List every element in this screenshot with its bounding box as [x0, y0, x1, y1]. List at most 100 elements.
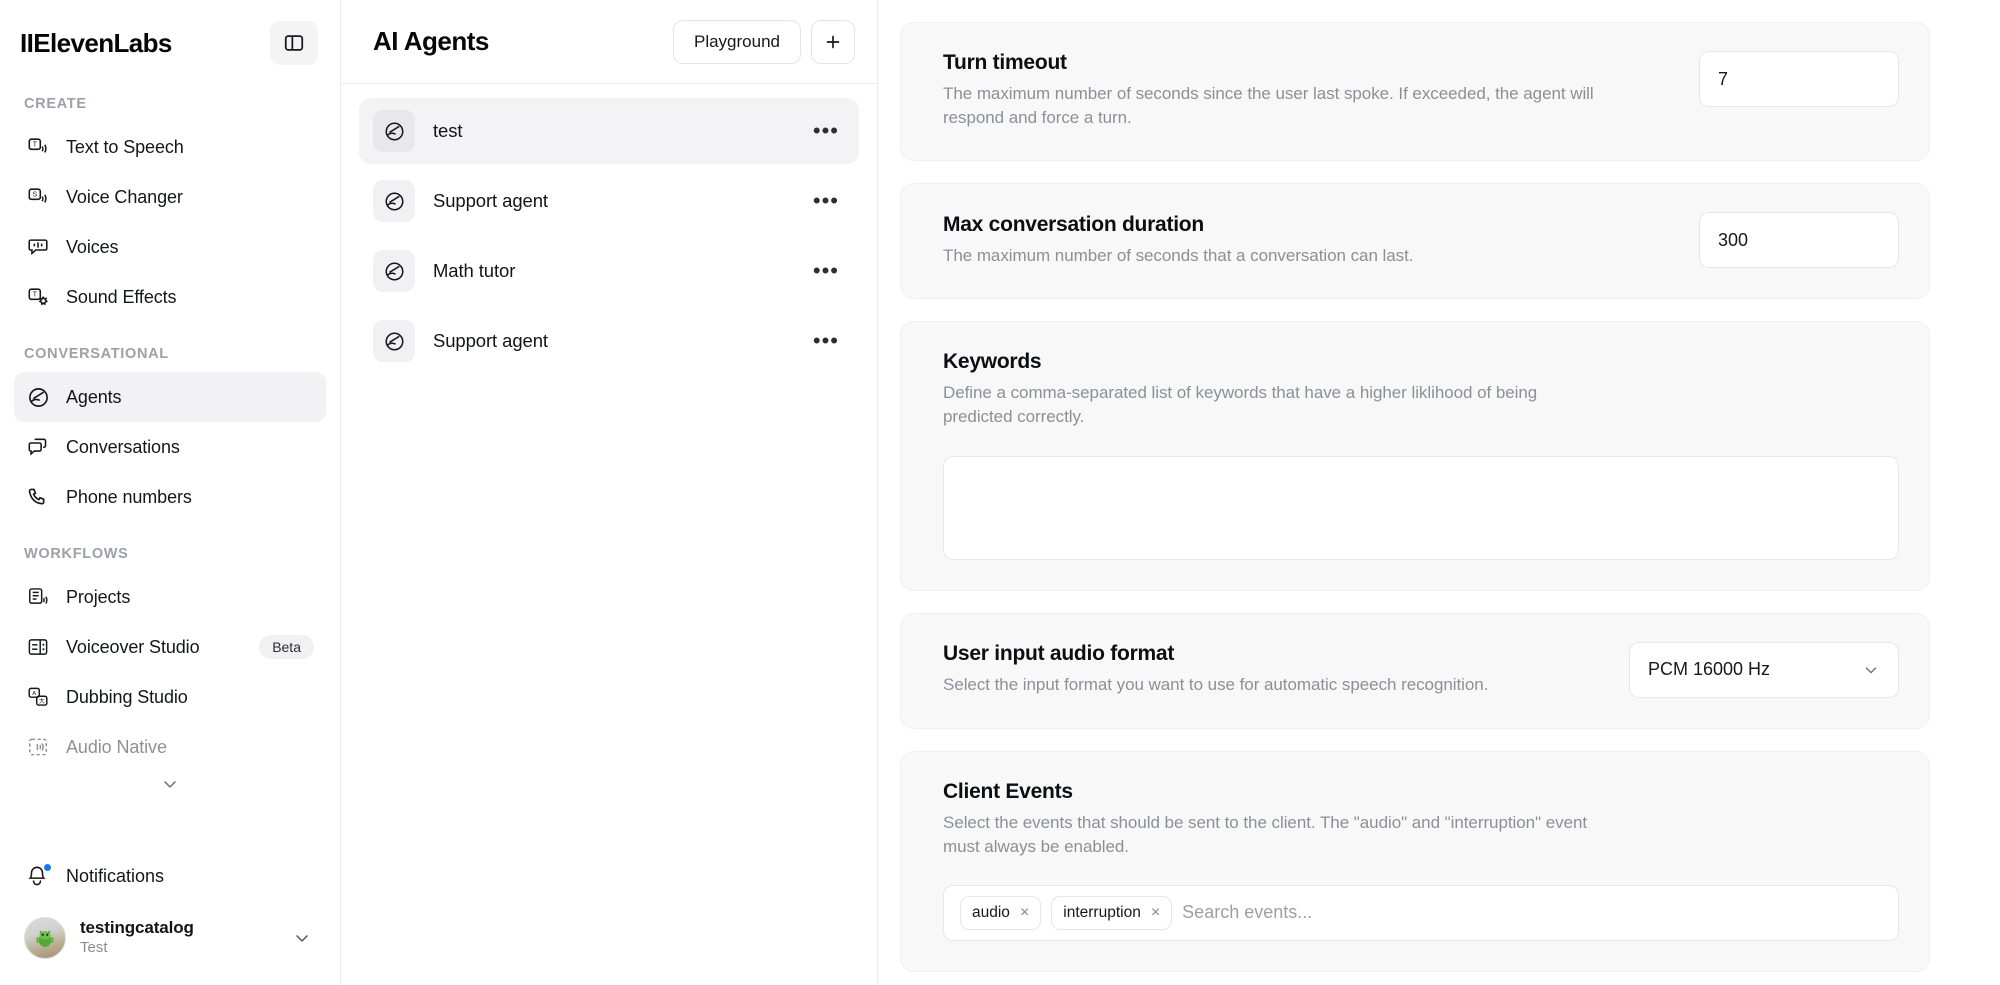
chevron-down-icon[interactable] [292, 928, 316, 948]
android-avatar-icon [32, 926, 58, 952]
user-account-button[interactable]: testingcatalog Test [14, 907, 326, 969]
add-agent-button[interactable] [811, 20, 855, 64]
avatar [24, 917, 66, 959]
event-chip-audio[interactable]: audio × [960, 896, 1041, 930]
setting-card-client-events: Client Events Select the events that sho… [900, 751, 1930, 972]
sidebar-item-label: Sound Effects [66, 287, 176, 308]
setting-title: Client Events [943, 780, 1899, 804]
sidebar-item-voices[interactable]: Voices [14, 222, 326, 272]
voiceover-studio-icon [26, 635, 50, 659]
notifications-label: Notifications [66, 866, 164, 887]
svg-text:S: S [33, 192, 38, 199]
agent-more-options-icon[interactable]: ••• [811, 120, 841, 142]
sidebar-item-dubbing-studio[interactable]: A 大 Dubbing Studio [14, 672, 326, 722]
svg-text:大: 大 [39, 697, 45, 705]
sidebar-expand-button[interactable] [14, 772, 326, 794]
agent-list-item[interactable]: Support agent ••• [359, 308, 859, 374]
setting-card-max-conversation-duration: Max conversation duration The maximum nu… [900, 183, 1930, 299]
sound-effects-icon: T [26, 285, 50, 309]
projects-icon [26, 585, 50, 609]
close-icon[interactable]: × [1020, 905, 1029, 921]
agents-list: test ••• Support agent ••• Math [341, 84, 877, 388]
sidebar-item-projects[interactable]: Projects [14, 572, 326, 622]
notification-unread-dot [43, 863, 52, 872]
sidebar-item-label: Voiceover Studio [66, 637, 200, 658]
user-name: testingcatalog [80, 918, 194, 939]
agent-name: test [433, 120, 462, 142]
sidebar-item-label: Dubbing Studio [66, 687, 188, 708]
setting-card-keywords: Keywords Define a comma-separated list o… [900, 321, 1930, 590]
keywords-textarea[interactable] [943, 456, 1899, 560]
turn-timeout-input[interactable] [1699, 51, 1899, 107]
beta-badge: Beta [259, 635, 314, 659]
sidebar-header: IIElevenLabs [0, 0, 340, 86]
sidebar-item-voiceover-studio[interactable]: Voiceover Studio Beta [14, 622, 326, 672]
agent-icon [373, 180, 415, 222]
app-root: IIElevenLabs CREATE T Text [0, 0, 2000, 985]
sidebar-item-label: Text to Speech [66, 137, 184, 158]
setting-title: Turn timeout [943, 51, 1671, 75]
sidebar-item-sound-effects[interactable]: T Sound Effects [14, 272, 326, 322]
playground-button[interactable]: Playground [673, 20, 801, 64]
max-conversation-duration-input[interactable] [1699, 212, 1899, 268]
agent-name: Math tutor [433, 260, 515, 282]
setting-card-user-input-audio-format: User input audio format Select the input… [900, 613, 1930, 729]
svg-text:T: T [33, 142, 38, 149]
setting-description: The maximum number of seconds since the … [943, 82, 1603, 130]
svg-text:A: A [32, 691, 36, 697]
sidebar-item-conversations[interactable]: Conversations [14, 422, 326, 472]
sidebar-item-audio-native[interactable]: Audio Native [14, 722, 326, 772]
audio-native-icon [26, 735, 50, 759]
sidebar-group-conversational-label: CONVERSATIONAL [14, 322, 326, 372]
page-title: AI Agents [373, 26, 489, 57]
panel-left-icon[interactable] [270, 21, 318, 65]
sidebar-item-agents[interactable]: Agents [14, 372, 326, 422]
event-chip-interruption[interactable]: interruption × [1051, 896, 1172, 930]
conversations-icon [26, 435, 50, 459]
chevron-down-icon [160, 774, 180, 794]
user-meta: testingcatalog Test [80, 918, 194, 957]
sidebar-group-create-label: CREATE [14, 86, 326, 122]
chip-label: interruption [1063, 904, 1141, 922]
setting-title: Keywords [943, 350, 1899, 374]
sidebar-item-text-to-speech[interactable]: T Text to Speech [14, 122, 326, 172]
agent-more-options-icon[interactable]: ••• [811, 330, 841, 352]
sidebar: IIElevenLabs CREATE T Text [0, 0, 341, 985]
agent-list-item[interactable]: test ••• [359, 98, 859, 164]
user-input-audio-format-select[interactable]: PCM 16000 Hz [1629, 642, 1899, 698]
sidebar-group-workflows-label: WORKFLOWS [14, 522, 326, 572]
setting-title: User input audio format [943, 642, 1601, 666]
setting-description: The maximum number of seconds that a con… [943, 244, 1603, 268]
bell-icon [26, 864, 50, 888]
sidebar-item-voice-changer[interactable]: S Voice Changer [14, 172, 326, 222]
sidebar-item-label: Audio Native [66, 737, 167, 758]
dubbing-studio-icon: A 大 [26, 685, 50, 709]
sidebar-item-notifications[interactable]: Notifications [14, 849, 326, 903]
sidebar-item-phone-numbers[interactable]: Phone numbers [14, 472, 326, 522]
agent-name: Support agent [433, 330, 548, 352]
agent-icon [373, 110, 415, 152]
client-events-input[interactable]: audio × interruption × Search events... [943, 885, 1899, 941]
voices-icon [26, 235, 50, 259]
agent-more-options-icon[interactable]: ••• [811, 190, 841, 212]
search-events-placeholder[interactable]: Search events... [1182, 902, 1882, 923]
settings-cards: Turn timeout The maximum number of secon… [900, 22, 1930, 972]
chevron-down-icon [1862, 661, 1880, 679]
sidebar-item-label: Voice Changer [66, 187, 183, 208]
close-icon[interactable]: × [1151, 905, 1160, 921]
agent-list-item[interactable]: Support agent ••• [359, 168, 859, 234]
setting-description: Select the input format you want to use … [943, 673, 1601, 697]
agent-more-options-icon[interactable]: ••• [811, 260, 841, 282]
agent-settings-panel: Turn timeout The maximum number of secon… [878, 0, 2000, 985]
sidebar-item-label: Conversations [66, 437, 180, 458]
setting-description: Select the events that should be sent to… [943, 811, 1603, 859]
phone-icon [26, 485, 50, 509]
setting-description: Define a comma-separated list of keyword… [943, 381, 1603, 429]
agent-list-item[interactable]: Math tutor ••• [359, 238, 859, 304]
agents-panel-actions: Playground [673, 20, 855, 64]
plus-icon [823, 32, 843, 52]
agent-icon [373, 320, 415, 362]
setting-card-turn-timeout: Turn timeout The maximum number of secon… [900, 22, 1930, 161]
sidebar-item-label: Phone numbers [66, 487, 192, 508]
agents-panel-header: AI Agents Playground [341, 0, 877, 84]
